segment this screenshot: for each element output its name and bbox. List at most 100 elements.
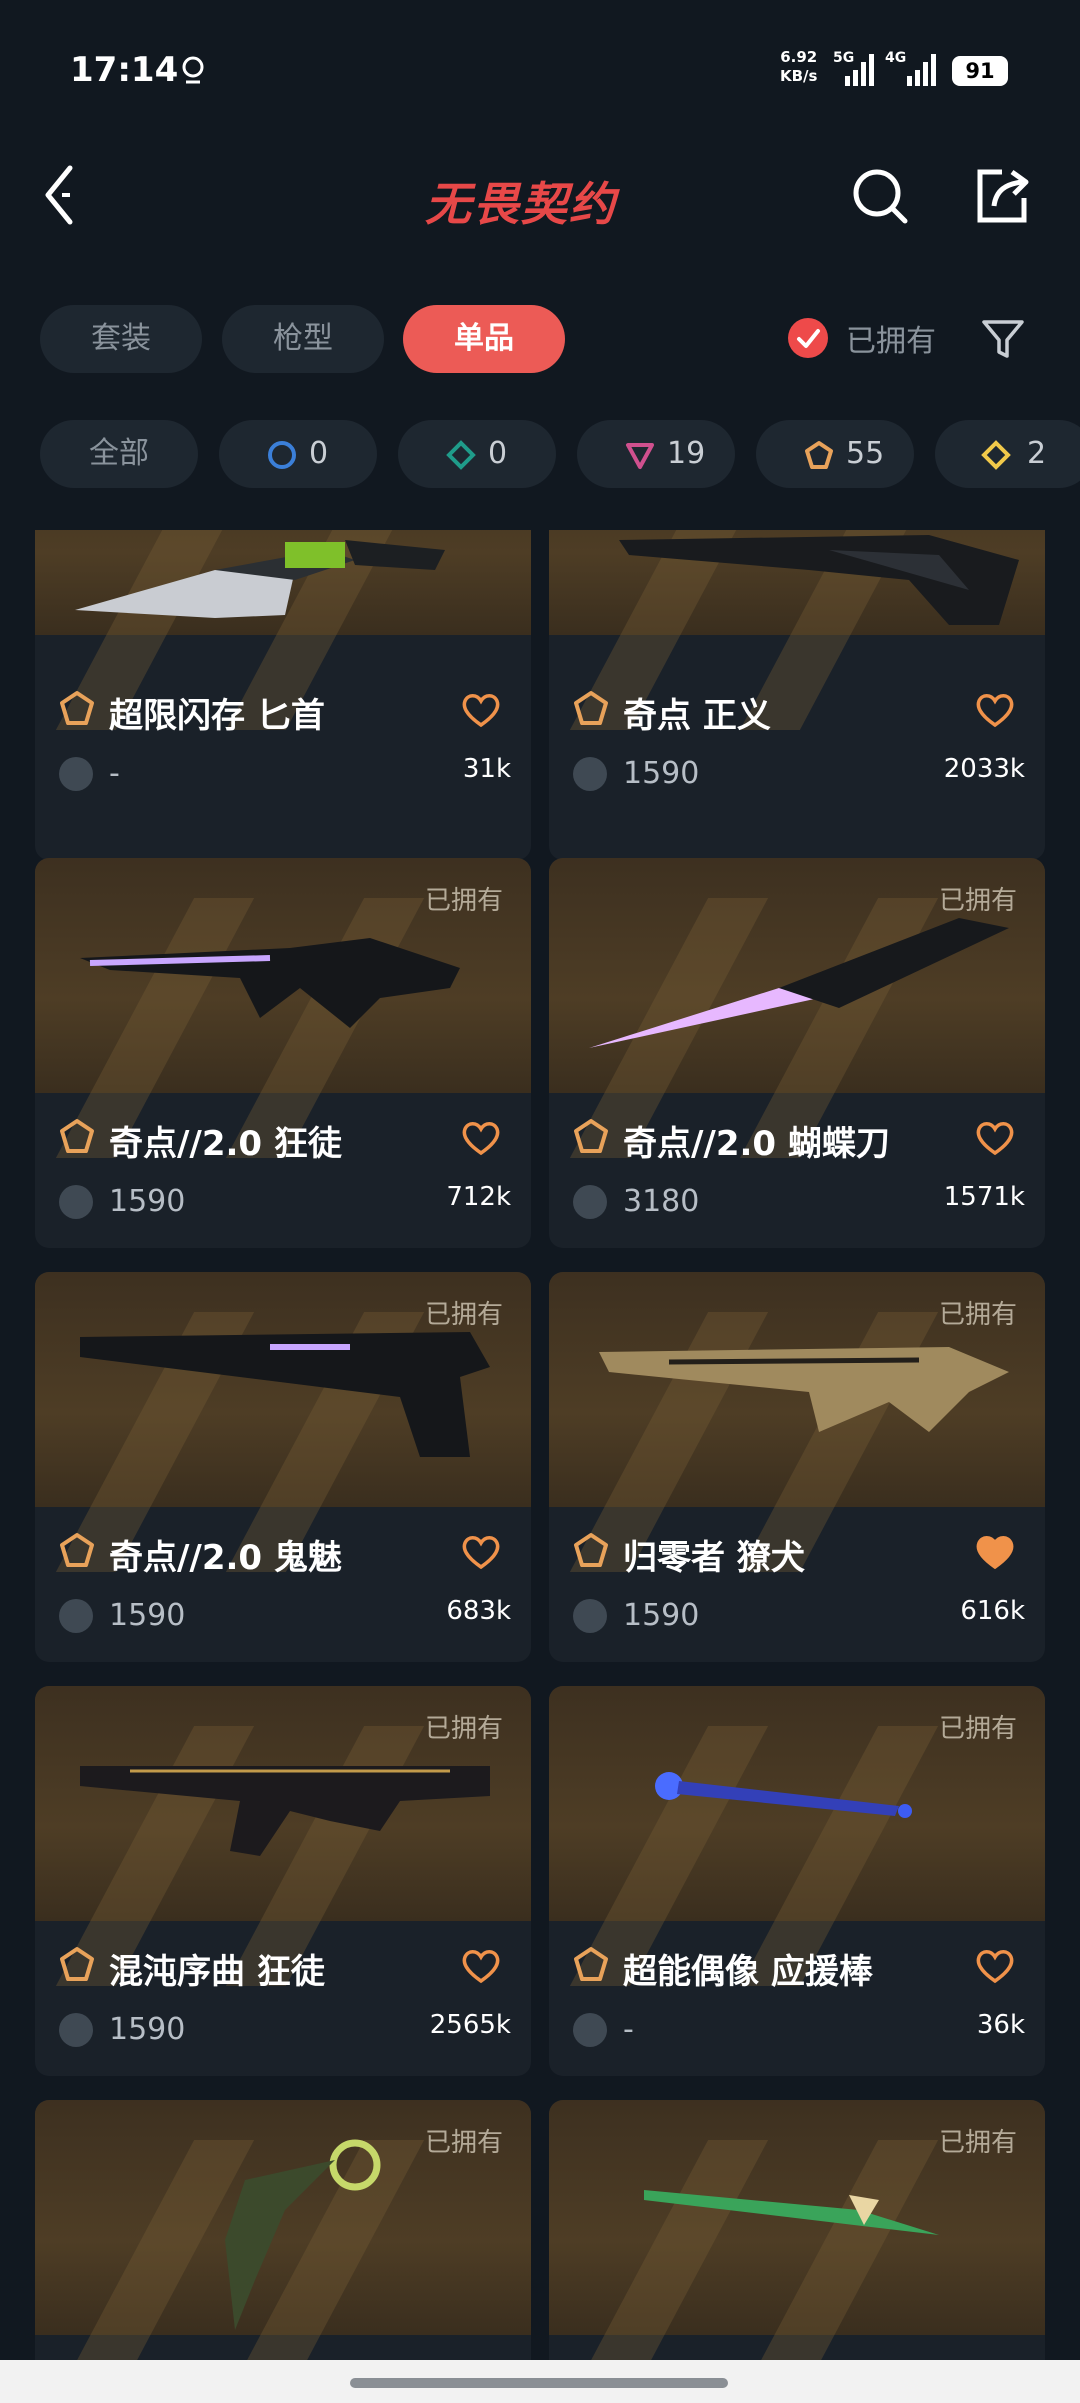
tab-bundles[interactable]: 套装	[40, 305, 202, 373]
owned-checkbox-icon[interactable]	[788, 318, 828, 358]
vp-currency-icon	[59, 1599, 93, 1633]
item-image: 已拥有	[549, 858, 1045, 1158]
item-card[interactable]: 已拥有	[35, 2100, 531, 2360]
item-card[interactable]: 已拥有 超能偶像 应援棒 - 36k	[549, 1686, 1045, 2076]
heart-filled-icon[interactable]	[975, 1534, 1015, 1570]
vp-currency-icon	[59, 1185, 93, 1219]
filter-icon[interactable]	[980, 316, 1026, 362]
item-image: 已拥有	[35, 2100, 531, 2360]
battery-indicator: 91	[952, 56, 1008, 86]
vp-currency-icon	[573, 1599, 607, 1633]
tab-single-items[interactable]: 单品	[403, 305, 565, 373]
item-grid: 超限闪存 匕首 - 31k 奇点 正义 1590 2033k 已拥有 奇点//2…	[0, 530, 1080, 2360]
rarity-count: 0	[309, 436, 329, 471]
exclusive-tier-icon	[60, 1119, 94, 1153]
lightstick-image	[655, 1772, 912, 1818]
item-image: 已拥有	[549, 1686, 1045, 1986]
item-likes: 712k	[446, 1182, 511, 1212]
item-card[interactable]: 已拥有	[549, 2100, 1045, 2360]
item-image	[35, 530, 531, 730]
exclusive-tier-icon	[574, 1533, 608, 1567]
owned-tag: 已拥有	[424, 2128, 503, 2158]
owned-tag: 已拥有	[938, 1300, 1017, 1330]
heart-icon[interactable]	[461, 692, 501, 728]
owned-filter-label[interactable]: 已拥有	[846, 316, 936, 360]
exclusive-tier-icon	[60, 1533, 94, 1567]
item-image: 已拥有	[35, 1272, 531, 1572]
exclusive-tier-icon	[60, 1947, 94, 1981]
item-card[interactable]: 已拥有 奇点//2.0 鬼魅 1590 683k	[35, 1272, 531, 1662]
item-price: 3180	[623, 1184, 700, 1219]
owned-tag: 已拥有	[938, 1714, 1017, 1744]
exclusive-tier-icon	[574, 1947, 608, 1981]
item-price: 1590	[623, 1598, 700, 1633]
item-image	[549, 530, 1045, 730]
vp-currency-icon	[59, 757, 93, 791]
rarity-chip-all[interactable]: 全部	[40, 420, 198, 488]
rarity-chip-deluxe[interactable]: 0	[398, 420, 556, 488]
owned-tag: 已拥有	[424, 886, 503, 916]
location-icon	[182, 56, 204, 84]
item-price: 1590	[109, 2012, 186, 2047]
exclusive-tier-icon	[574, 1119, 608, 1153]
back-arrow-icon[interactable]	[40, 160, 90, 230]
item-card[interactable]: 超限闪存 匕首 - 31k	[35, 530, 531, 860]
item-likes: 36k	[976, 2010, 1025, 2040]
share-icon[interactable]	[972, 166, 1032, 226]
shotgun-image	[619, 535, 1019, 625]
item-image: 已拥有	[549, 2100, 1045, 2360]
item-name: 超限闪存 匕首	[109, 696, 325, 736]
search-icon[interactable]	[850, 166, 910, 226]
rarity-count: 55	[846, 436, 885, 471]
deluxe-tier-icon	[446, 440, 476, 470]
item-price: 1590	[109, 1598, 186, 1633]
item-card[interactable]: 已拥有 奇点//2.0 蝴蝶刀 3180 1571k	[549, 858, 1045, 1248]
rarity-chip-premium[interactable]: 19	[577, 420, 735, 488]
item-price: 1590	[623, 756, 700, 791]
rarity-chip-ultra[interactable]: 2	[935, 420, 1080, 488]
item-likes: 616k	[960, 1596, 1025, 1626]
tab-weapon-types[interactable]: 枪型	[222, 305, 384, 373]
item-image: 已拥有	[549, 1272, 1045, 1572]
item-price: -	[109, 756, 120, 791]
vp-currency-icon	[59, 2013, 93, 2047]
item-card[interactable]: 已拥有 混沌序曲 狂徒 1590 2565k	[35, 1686, 531, 2076]
knife-image	[75, 540, 445, 618]
heart-icon[interactable]	[975, 692, 1015, 728]
item-likes: 31k	[462, 754, 511, 784]
item-image: 已拥有	[35, 858, 531, 1158]
item-likes: 2565k	[429, 2010, 511, 2040]
heart-icon[interactable]	[975, 1948, 1015, 1984]
vp-currency-icon	[573, 1185, 607, 1219]
butterfly-knife-image	[589, 918, 1009, 1048]
owned-tag: 已拥有	[424, 1714, 503, 1744]
karambit-image	[225, 2139, 381, 2330]
rarity-count: 0	[488, 436, 508, 471]
heart-icon[interactable]	[461, 1948, 501, 1984]
heart-icon[interactable]	[461, 1120, 501, 1156]
ultra-tier-icon	[981, 440, 1011, 470]
green-sword-image	[644, 2190, 939, 2235]
phantom-rifle-image	[80, 1766, 490, 1856]
item-name: 奇点 正义	[623, 696, 771, 736]
item-name: 奇点//2.0 鬼魅	[109, 1538, 342, 1578]
exclusive-tier-icon	[805, 441, 833, 469]
item-likes: 683k	[446, 1596, 511, 1626]
item-card[interactable]: 已拥有 奇点//2.0 狂徒 1590 712k	[35, 858, 531, 1248]
item-name: 奇点//2.0 蝴蝶刀	[623, 1124, 890, 1164]
rarity-count: 2	[1027, 436, 1047, 471]
rarity-chip-exclusive[interactable]: 55	[756, 420, 914, 488]
rarity-chip-select[interactable]: 0	[219, 420, 377, 488]
app-title: 无畏契约	[425, 177, 617, 231]
item-card[interactable]: 奇点 正义 1590 2033k	[549, 530, 1045, 860]
heart-icon[interactable]	[461, 1534, 501, 1570]
status-time: 17:14	[70, 50, 179, 90]
home-indicator[interactable]	[350, 2378, 728, 2388]
svg-text:5G: 5G	[833, 50, 854, 66]
item-card[interactable]: 已拥有 归零者 獠犬 1590 616k	[549, 1272, 1045, 1662]
signal-4g-icon: 4G	[885, 50, 936, 86]
vp-currency-icon	[573, 757, 607, 791]
item-price: 1590	[109, 1184, 186, 1219]
heart-icon[interactable]	[975, 1120, 1015, 1156]
exclusive-tier-icon	[60, 691, 94, 725]
